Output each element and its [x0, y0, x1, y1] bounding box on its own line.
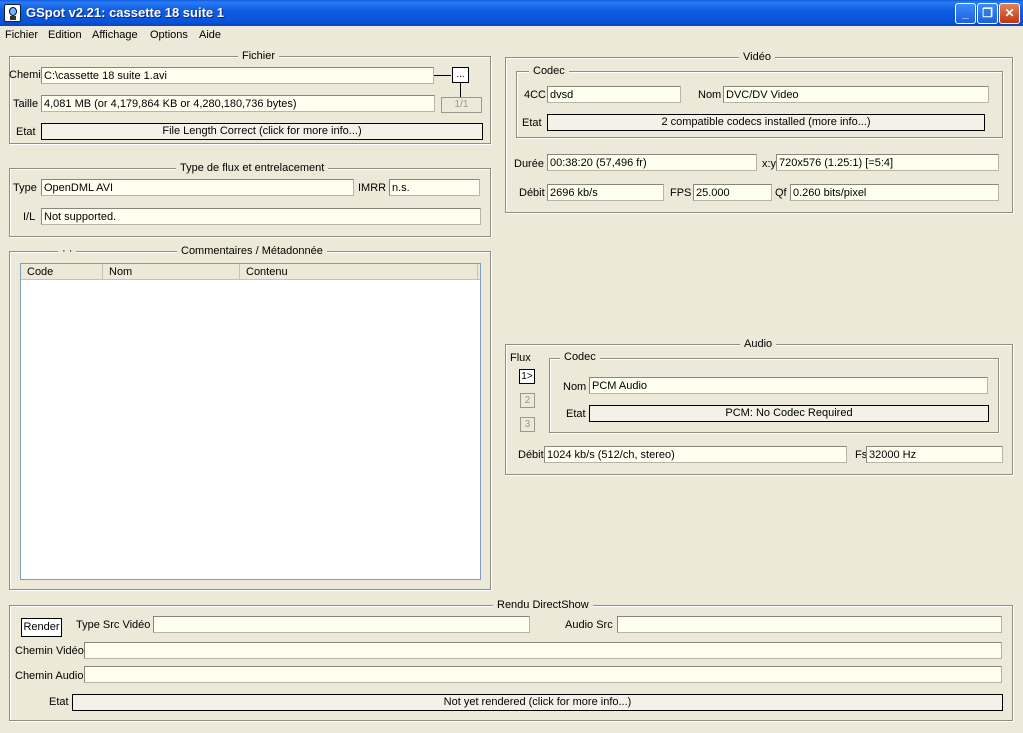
window-title: GSpot v2.21: cassette 18 suite 1	[26, 5, 224, 20]
audio-stream-1-button[interactable]: 1>	[519, 369, 535, 384]
audio-group-title: Audio	[740, 338, 777, 350]
minimize-icon: _	[962, 6, 969, 20]
il-field[interactable]: Not supported.	[41, 208, 481, 225]
video-etat-label: Etat	[522, 117, 542, 129]
rendu-group-title: Rendu DirectShow	[493, 599, 593, 611]
fichier-group-title: Fichier	[238, 50, 280, 62]
type-src-video-label: Type Src Vidéo	[76, 619, 151, 631]
menu-aide[interactable]: Aide	[199, 29, 221, 41]
page-indicator-button[interactable]: 1/1	[441, 97, 482, 113]
audio-stream-2-button[interactable]: 2	[520, 393, 535, 408]
audio-debit-field[interactable]: 1024 kb/s (512/ch, stereo)	[544, 446, 847, 463]
type-src-video-field[interactable]	[153, 616, 530, 633]
close-button[interactable]: ✕	[999, 3, 1020, 24]
fourcc-label: 4CC	[524, 89, 547, 101]
chemin-field[interactable]: C:\cassette 18 suite 1.avi	[41, 67, 434, 84]
audio-etat-label: Etat	[566, 408, 586, 420]
imrr-field[interactable]: n.s.	[389, 179, 480, 196]
taille-label: Taille	[13, 98, 39, 110]
video-group-title: Vidéo	[739, 51, 775, 63]
audio-codec-title: Codec	[560, 351, 600, 363]
video-debit-label: Débit	[519, 187, 545, 199]
imrr-label: IMRR	[358, 182, 387, 194]
file-length-status[interactable]: File Length Correct (click for more info…	[41, 123, 483, 140]
xy-field[interactable]: 720x576 (1.25:1) [=5:4]	[776, 154, 999, 171]
render-button[interactable]: Render	[21, 618, 62, 637]
video-nom-label: Nom	[698, 89, 722, 101]
menu-options[interactable]: Options	[150, 29, 188, 41]
maximize-button[interactable]: ❐	[977, 3, 998, 24]
comments-group-title: Commentaires / Métadonnée	[177, 245, 327, 257]
column-header-nom[interactable]: Nom	[103, 264, 240, 280]
chemin-audio-label: Chemin Audio	[15, 670, 84, 682]
qf-field[interactable]: 0.260 bits/pixel	[790, 184, 999, 201]
render-status[interactable]: Not yet rendered (click for more info...…	[72, 694, 1003, 711]
column-header-code[interactable]: Code	[21, 264, 103, 280]
menu-bar: Fichier Edition Affichage Options Aide	[0, 26, 1023, 44]
column-header-contenu[interactable]: Contenu	[240, 264, 478, 280]
type-field[interactable]: OpenDML AVI	[41, 179, 354, 196]
fs-field[interactable]: 32000 Hz	[866, 446, 1003, 463]
flux-group-title: Type de flux et entrelacement	[176, 162, 329, 174]
taille-field[interactable]: 4,081 MB (or 4,179,864 KB or 4,280,180,7…	[41, 95, 435, 112]
video-codec-status[interactable]: 2 compatible codecs installed (more info…	[547, 114, 985, 131]
type-label: Type	[13, 182, 37, 194]
video-debit-field[interactable]: 2696 kb/s	[547, 184, 664, 201]
metadata-table-header: Code Nom Contenu	[21, 264, 480, 280]
app-icon[interactable]	[4, 4, 21, 22]
chemin-audio-field[interactable]	[84, 666, 1002, 683]
audio-stream-3-button[interactable]: 3	[520, 417, 535, 432]
connector-line	[434, 75, 451, 76]
video-codec-title: Codec	[529, 65, 569, 77]
menu-affichage[interactable]: Affichage	[92, 29, 138, 41]
minimize-button[interactable]: _	[955, 3, 976, 24]
metadata-table[interactable]: Code Nom Contenu	[20, 263, 481, 580]
fps-field[interactable]: 25.000	[693, 184, 772, 201]
fps-label: FPS	[670, 187, 692, 199]
restore-icon: ❐	[982, 6, 993, 20]
audio-debit-label: Débit	[518, 449, 544, 461]
chemin-video-field[interactable]	[84, 642, 1002, 659]
browse-button[interactable]: ...	[452, 67, 469, 83]
connector-line	[460, 83, 461, 97]
il-label: I/L	[23, 211, 36, 223]
video-nom-field[interactable]: DVC/DV Video	[723, 86, 989, 103]
audio-src-label: Audio Src	[565, 619, 613, 631]
chemin-video-label: Chemin Vidéo	[15, 645, 84, 657]
flux-label: Flux	[510, 352, 531, 364]
close-icon: ✕	[1004, 6, 1015, 20]
qf-label: Qf	[775, 187, 787, 199]
audio-codec-status[interactable]: PCM: No Codec Required	[589, 405, 989, 422]
fichier-etat-label: Etat	[16, 126, 36, 138]
audio-src-field[interactable]	[617, 616, 1002, 633]
rendu-etat-label: Etat	[49, 696, 69, 708]
menu-fichier[interactable]: Fichier	[5, 29, 38, 41]
audio-nom-label: Nom	[563, 381, 587, 393]
comments-group-prefix: · ·	[58, 245, 77, 257]
xy-label: x:y	[762, 158, 777, 170]
fourcc-field[interactable]: dvsd	[547, 86, 681, 103]
title-bar: GSpot v2.21: cassette 18 suite 1 _ ❐ ✕	[0, 0, 1023, 26]
duree-field[interactable]: 00:38:20 (57,496 fr)	[547, 154, 757, 171]
menu-edition[interactable]: Edition	[48, 29, 82, 41]
audio-nom-field[interactable]: PCM Audio	[589, 377, 988, 394]
duree-label: Durée	[514, 158, 544, 170]
